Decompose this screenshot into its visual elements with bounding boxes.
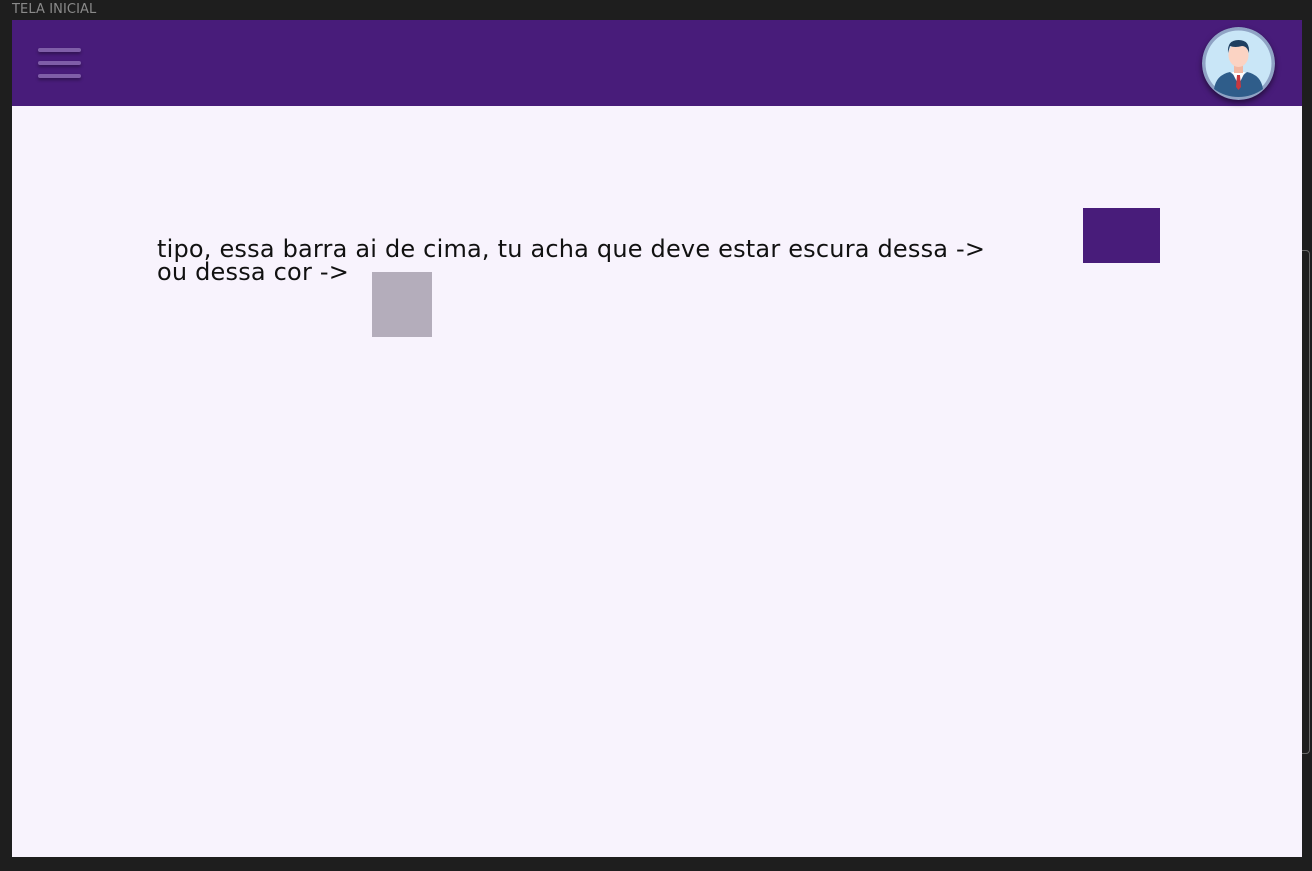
- light-color-swatch: [372, 272, 432, 337]
- dark-color-swatch: [1083, 208, 1160, 263]
- businessman-avatar-icon[interactable]: [1202, 27, 1275, 100]
- window-title: TELA INICIAL: [12, 2, 97, 17]
- app-bar: [12, 20, 1302, 106]
- scrollbar[interactable]: [1302, 250, 1310, 754]
- question-text: tipo, essa barra ai de cima, tu acha que…: [157, 237, 985, 286]
- hamburger-menu-icon[interactable]: [38, 48, 82, 80]
- app-screen: tipo, essa barra ai de cima, tu acha que…: [12, 20, 1302, 857]
- question-line-2: ou dessa cor ->: [157, 258, 350, 286]
